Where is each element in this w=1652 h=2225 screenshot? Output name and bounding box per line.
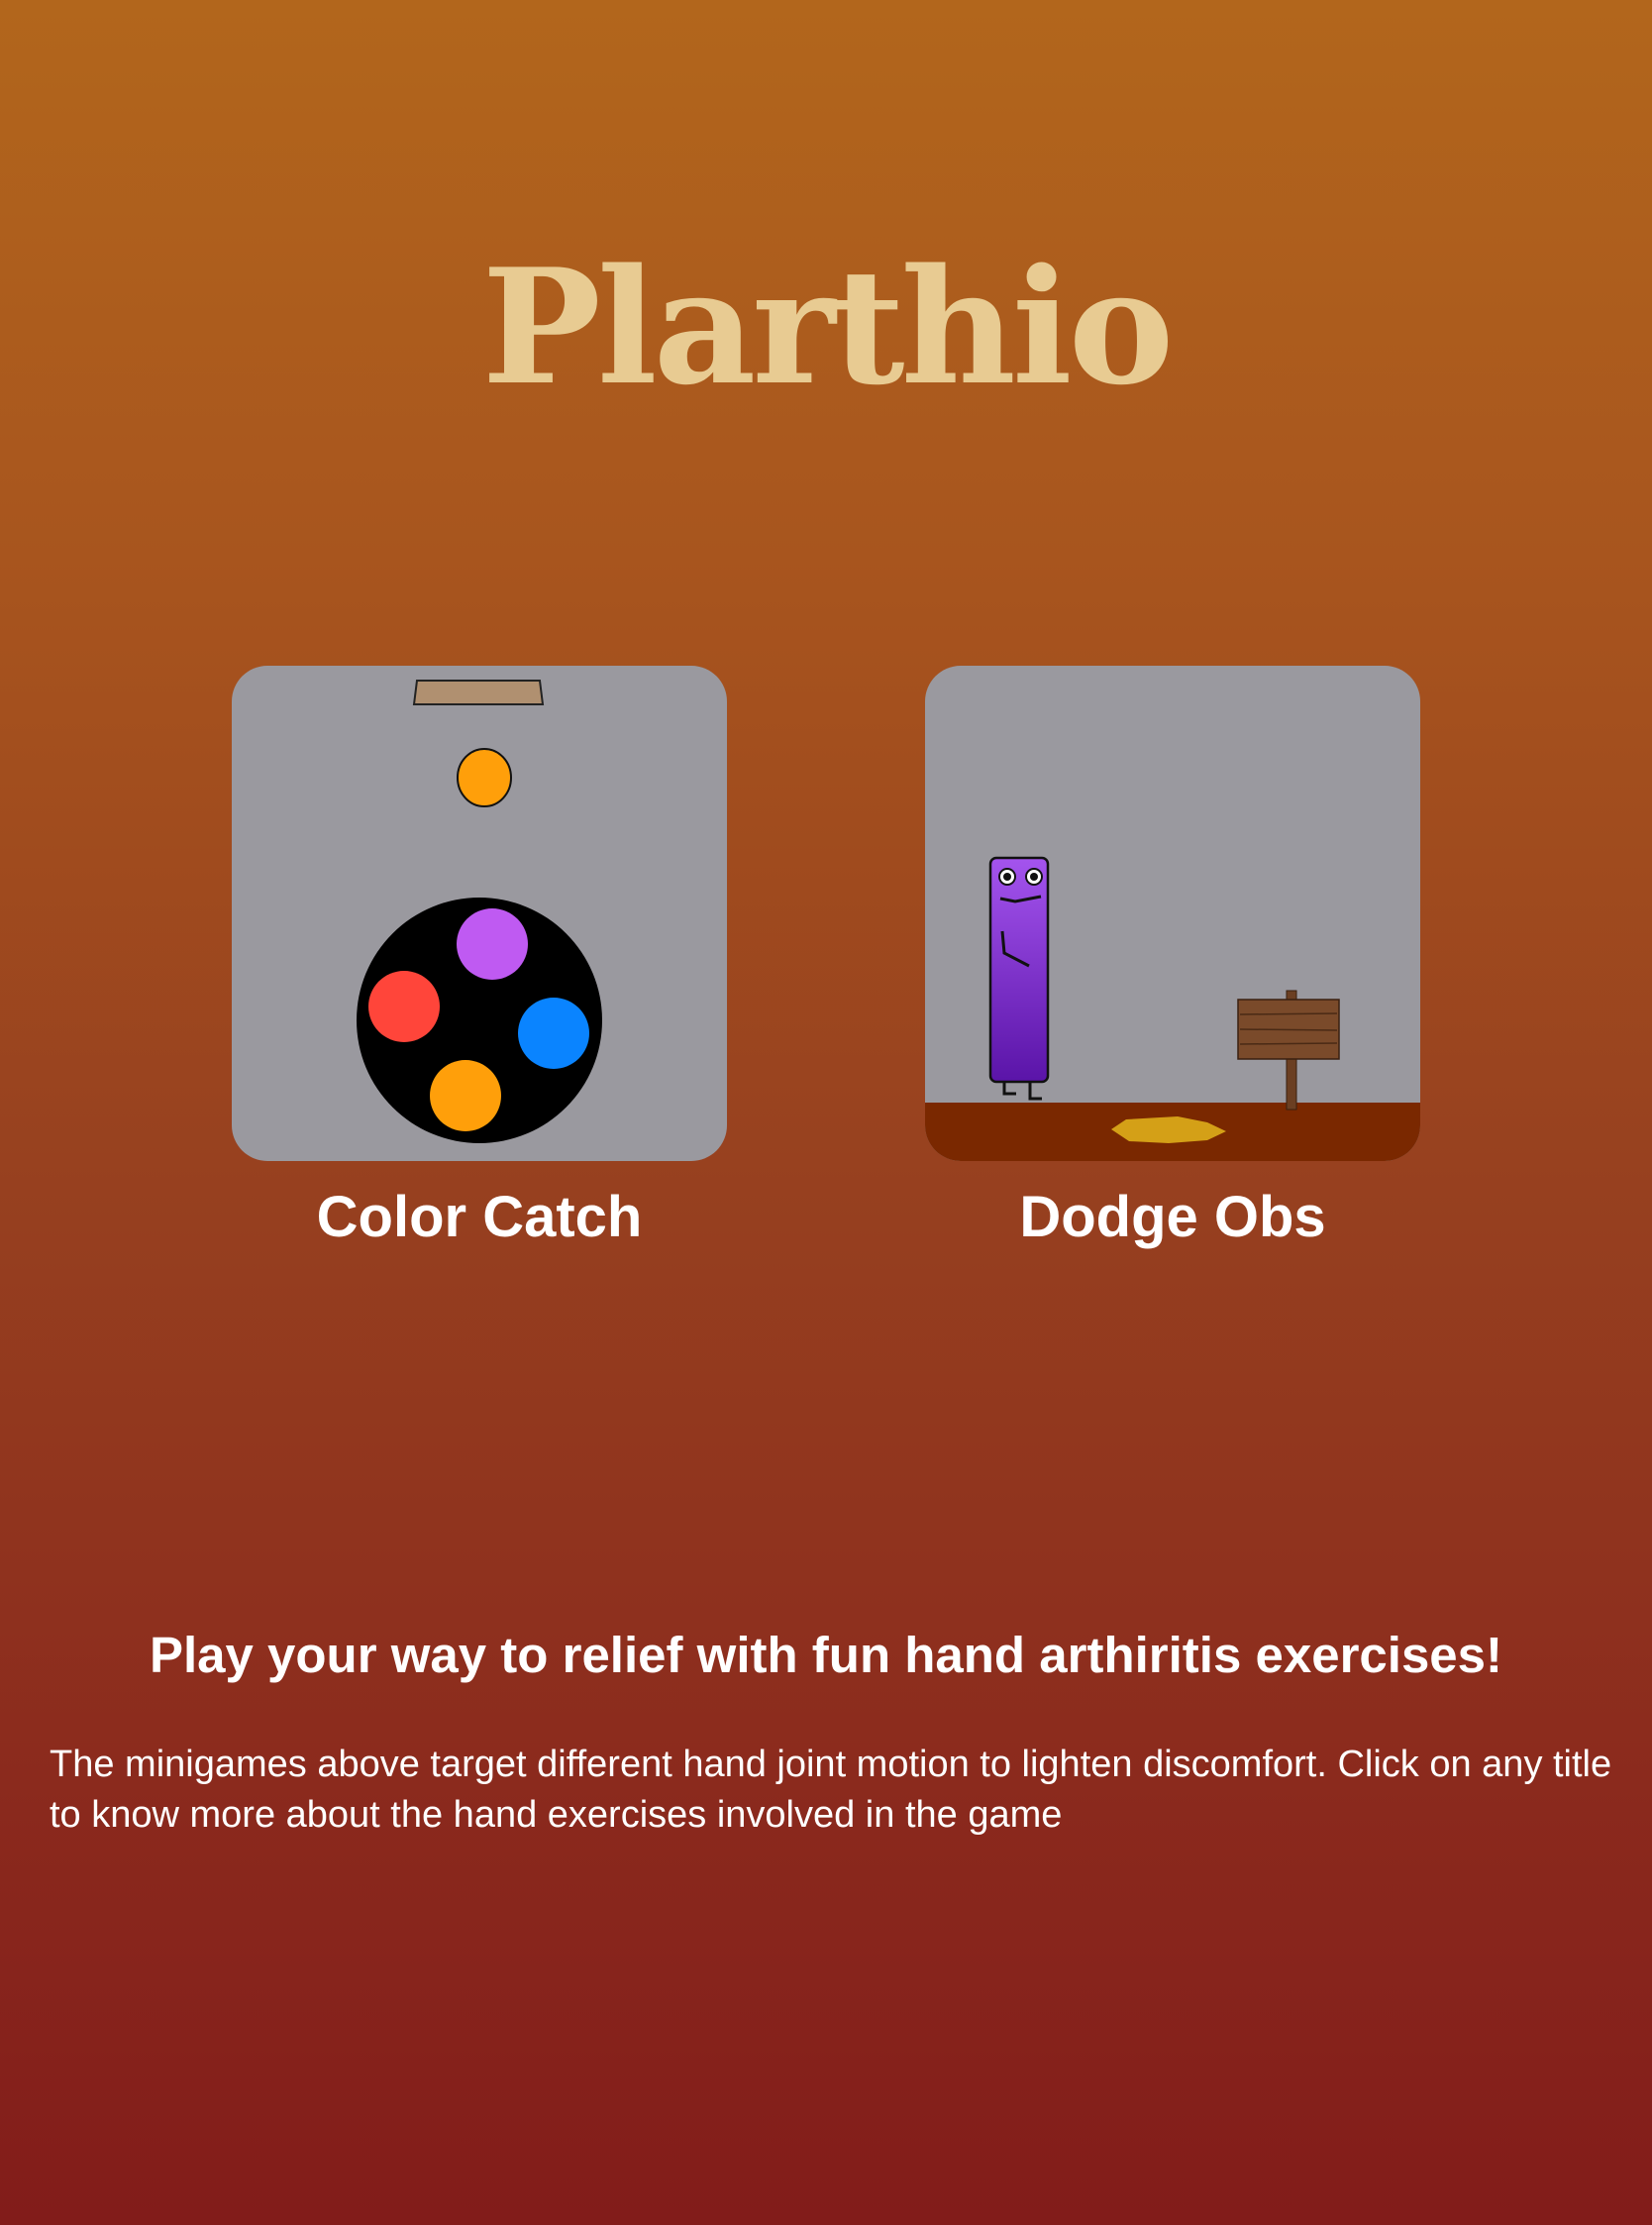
color-wheel-icon — [357, 898, 602, 1143]
falling-ball-icon — [457, 748, 512, 807]
color-catch-preview[interactable] — [232, 666, 727, 1161]
game-title-color-catch[interactable]: Color Catch — [232, 1183, 727, 1252]
description-text: The minigames above target different han… — [50, 1744, 1612, 1836]
wooden-sign-icon — [1237, 990, 1340, 1111]
purple-character-icon — [988, 856, 1050, 1101]
red-dot-icon — [368, 971, 440, 1042]
orange-dot-icon — [430, 1060, 501, 1131]
game-title-dodge-obs[interactable]: Dodge Obs — [925, 1183, 1420, 1252]
tagline: Play your way to relief with fun hand ar… — [149, 1627, 1503, 1683]
purple-dot-icon — [457, 908, 528, 980]
paddle-icon — [412, 680, 545, 705]
game-card-dodge-obs[interactable]: Dodge Obs — [925, 666, 1420, 1252]
blue-dot-icon — [518, 998, 589, 1069]
dodge-obs-preview[interactable] — [925, 666, 1420, 1161]
game-card-color-catch[interactable]: Color Catch — [232, 666, 727, 1252]
app-title: Plarthio — [481, 234, 1175, 420]
